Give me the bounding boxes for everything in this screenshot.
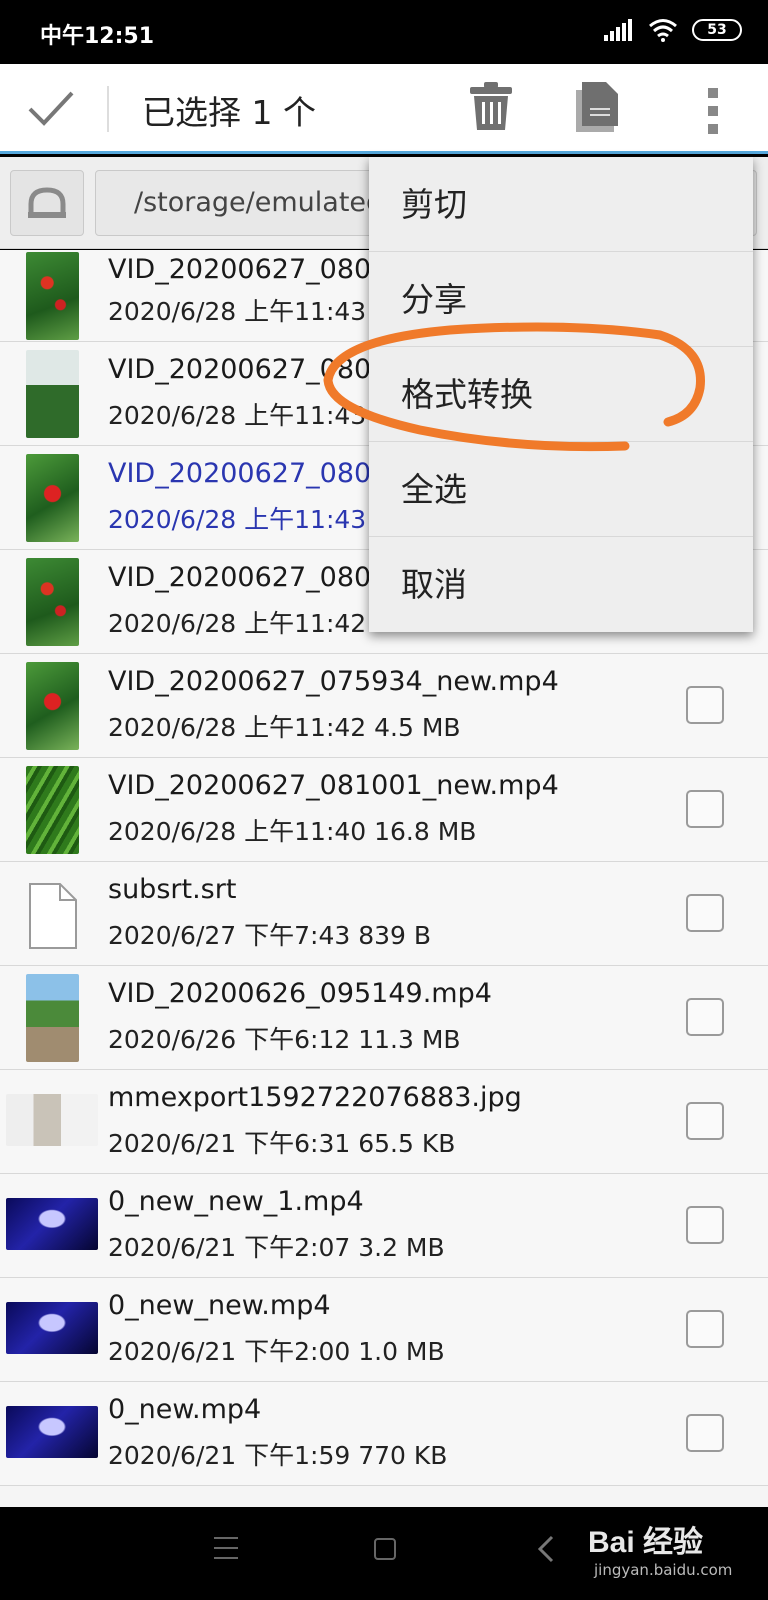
divider [107,86,109,132]
file-thumbnail [6,1094,98,1146]
menu-item-format-convert[interactable]: 格式转换 [369,347,753,442]
file-row[interactable]: 0_new.mp4 2020/6/21 下午1:59 770 KB [0,1382,768,1486]
file-meta: 2020/6/26 下午6:12 11.3 MB [108,1025,461,1054]
back-icon[interactable] [536,1535,556,1563]
file-thumbnail [26,252,79,340]
file-meta: 2020/6/28 上午11:42 [108,609,367,638]
file-name: 0_new.mp4 [108,1394,262,1425]
file-thumbnail [6,1302,98,1354]
file-meta: 2020/6/27 下午7:43 839 B [108,921,432,950]
trash-icon [470,82,512,130]
file-thumbnail [26,558,79,646]
status-bar: 中午12:51 53 [0,0,768,64]
file-meta: 2020/6/28 上午11:40 16.8 MB [108,817,477,846]
menu-item-cut[interactable]: 剪切 [369,157,753,252]
copy-button[interactable] [574,80,630,138]
storage-home-icon [28,187,66,218]
file-row[interactable]: VID_20200627_075934_new.mp4 2020/6/28 上午1… [0,654,768,758]
select-checkbox[interactable] [686,894,724,932]
storage-home-button[interactable] [10,170,84,236]
status-icons: 53 [604,18,742,42]
home-icon[interactable] [374,1538,396,1560]
menu-item-cancel[interactable]: 取消 [369,537,753,632]
select-checkbox[interactable] [686,1310,724,1348]
file-name: VID_20200627_080 [108,254,372,285]
delete-button[interactable] [466,80,522,138]
more-dot-icon [708,106,718,116]
more-options-button[interactable] [696,82,730,140]
file-meta: 2020/6/21 下午2:07 3.2 MB [108,1233,445,1262]
context-popup-menu: 剪切 分享 格式转换 全选 取消 [369,157,753,632]
file-name: mmexport1592722076883.jpg [108,1082,522,1113]
check-icon [28,91,74,126]
menu-item-select-all[interactable]: 全选 [369,442,753,537]
file-thumbnail [26,350,79,438]
battery-indicator: 53 [692,19,742,41]
select-checkbox[interactable] [686,1102,724,1140]
file-thumbnail [6,1198,98,1250]
file-name: VID_20200627_080 [108,458,372,489]
file-name: VID_20200626_095149.mp4 [108,978,492,1009]
wifi-icon [649,19,677,42]
file-meta: 2020/6/28 上午11:43 [108,505,367,534]
file-row[interactable]: mmexport1592722076883.jpg 2020/6/21 下午6:3… [0,1070,768,1174]
file-thumbnail [26,662,79,750]
file-row[interactable]: 0_new_new.mp4 2020/6/21 下午2:00 1.0 MB [0,1278,768,1382]
baidu-jingyan-watermark: Bai 经验 jingyan.baidu.com [588,1517,732,1579]
file-row[interactable]: 0_new_new_1.mp4 2020/6/21 下午2:07 3.2 MB [0,1174,768,1278]
file-meta: 2020/6/21 下午2:00 1.0 MB [108,1337,445,1366]
selection-count-title: 已选择 1 个 [142,93,316,132]
file-row[interactable]: subsrt.srt 2020/6/27 下午7:43 839 B [0,862,768,966]
select-checkbox[interactable] [686,998,724,1036]
file-meta: 2020/6/21 下午6:31 65.5 KB [108,1129,456,1158]
signal-icon [604,19,632,41]
file-name: VID_20200627_075934_new.mp4 [108,666,559,697]
file-thumbnail [26,974,79,1062]
select-checkbox[interactable] [686,1206,724,1244]
file-thumbnail [6,1406,98,1458]
select-checkbox[interactable] [686,1414,724,1452]
select-checkbox[interactable] [686,790,724,828]
file-meta: 2020/6/28 上午11:43 [108,401,367,430]
status-time: 中午12:51 [40,24,155,49]
file-thumbnail [26,766,79,854]
more-dot-icon [708,124,718,134]
more-dot-icon [708,88,718,98]
file-name: VID_20200627_081001_new.mp4 [108,770,559,801]
menu-item-share[interactable]: 分享 [369,252,753,347]
file-document-icon [26,870,79,958]
confirm-check-button[interactable] [18,80,84,138]
file-meta: 2020/6/28 上午11:42 4.5 MB [108,713,461,742]
file-row[interactable]: VID_20200627_081001_new.mp4 2020/6/28 上午1… [0,758,768,862]
select-checkbox[interactable] [686,686,724,724]
file-name: 0_new_new.mp4 [108,1290,331,1321]
file-name: VID_20200627_080 [108,354,372,385]
watermark-logo-text: Bai 经验 [588,1526,704,1559]
file-meta: 2020/6/28 上午11:43 [108,297,367,326]
file-row[interactable]: VID_20200626_095149.mp4 2020/6/26 下午6:12 … [0,966,768,1070]
file-meta: 2020/6/21 下午1:59 770 KB [108,1441,448,1470]
file-thumbnail [26,454,79,542]
document-icon [576,82,618,132]
selection-action-bar: 已选择 1 个 [0,64,768,154]
menu-icon[interactable] [214,1537,238,1559]
system-navigation-bar: Bai 经验 jingyan.baidu.com [0,1507,768,1600]
file-name: subsrt.srt [108,874,237,905]
watermark-url: jingyan.baidu.com [594,1561,733,1579]
file-name: 0_new_new_1.mp4 [108,1186,364,1217]
file-name: VID_20200627_080 [108,562,372,593]
